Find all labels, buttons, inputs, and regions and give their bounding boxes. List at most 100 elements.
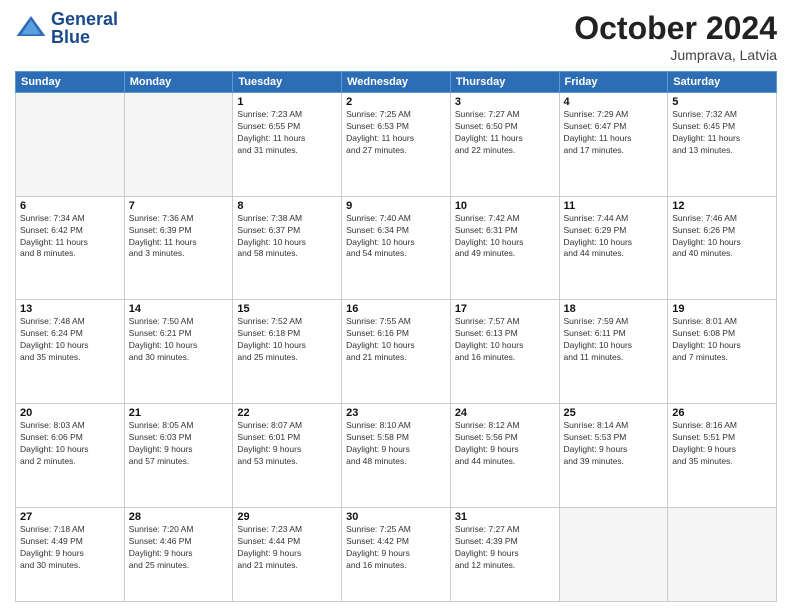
day-info: Sunrise: 8:01 AM Sunset: 6:08 PM Dayligh…	[672, 316, 772, 364]
day-info: Sunrise: 7:38 AM Sunset: 6:37 PM Dayligh…	[237, 213, 337, 261]
calendar-cell: 18Sunrise: 7:59 AM Sunset: 6:11 PM Dayli…	[559, 300, 668, 404]
day-number: 15	[237, 303, 337, 315]
calendar-cell: 23Sunrise: 8:10 AM Sunset: 5:58 PM Dayli…	[342, 404, 451, 508]
calendar-cell: 7Sunrise: 7:36 AM Sunset: 6:39 PM Daylig…	[124, 196, 233, 300]
calendar-week-row: 6Sunrise: 7:34 AM Sunset: 6:42 PM Daylig…	[16, 196, 777, 300]
calendar-cell: 4Sunrise: 7:29 AM Sunset: 6:47 PM Daylig…	[559, 93, 668, 197]
calendar-cell: 16Sunrise: 7:55 AM Sunset: 6:16 PM Dayli…	[342, 300, 451, 404]
month-title: October 2024	[574, 10, 777, 47]
calendar-cell: 24Sunrise: 8:12 AM Sunset: 5:56 PM Dayli…	[450, 404, 559, 508]
day-number: 21	[129, 407, 229, 419]
weekday-header-row: SundayMondayTuesdayWednesdayThursdayFrid…	[16, 72, 777, 93]
calendar-cell: 20Sunrise: 8:03 AM Sunset: 6:06 PM Dayli…	[16, 404, 125, 508]
day-number: 27	[20, 511, 120, 523]
day-number: 16	[346, 303, 446, 315]
calendar-cell	[559, 507, 668, 601]
day-number: 18	[564, 303, 664, 315]
calendar-cell	[668, 507, 777, 601]
day-number: 9	[346, 200, 446, 212]
calendar-cell: 26Sunrise: 8:16 AM Sunset: 5:51 PM Dayli…	[668, 404, 777, 508]
calendar-cell: 14Sunrise: 7:50 AM Sunset: 6:21 PM Dayli…	[124, 300, 233, 404]
day-number: 14	[129, 303, 229, 315]
calendar-cell: 11Sunrise: 7:44 AM Sunset: 6:29 PM Dayli…	[559, 196, 668, 300]
day-number: 24	[455, 407, 555, 419]
day-number: 20	[20, 407, 120, 419]
day-number: 2	[346, 96, 446, 108]
day-info: Sunrise: 8:10 AM Sunset: 5:58 PM Dayligh…	[346, 420, 446, 468]
calendar-cell: 27Sunrise: 7:18 AM Sunset: 4:49 PM Dayli…	[16, 507, 125, 601]
day-info: Sunrise: 7:36 AM Sunset: 6:39 PM Dayligh…	[129, 213, 229, 261]
calendar-week-row: 20Sunrise: 8:03 AM Sunset: 6:06 PM Dayli…	[16, 404, 777, 508]
day-info: Sunrise: 7:27 AM Sunset: 6:50 PM Dayligh…	[455, 109, 555, 157]
day-number: 28	[129, 511, 229, 523]
day-number: 30	[346, 511, 446, 523]
logo-text: General Blue	[51, 10, 118, 46]
day-info: Sunrise: 8:12 AM Sunset: 5:56 PM Dayligh…	[455, 420, 555, 468]
day-info: Sunrise: 7:59 AM Sunset: 6:11 PM Dayligh…	[564, 316, 664, 364]
day-info: Sunrise: 7:23 AM Sunset: 4:44 PM Dayligh…	[237, 524, 337, 572]
weekday-header: Friday	[559, 72, 668, 93]
day-info: Sunrise: 7:48 AM Sunset: 6:24 PM Dayligh…	[20, 316, 120, 364]
day-info: Sunrise: 7:44 AM Sunset: 6:29 PM Dayligh…	[564, 213, 664, 261]
day-info: Sunrise: 7:34 AM Sunset: 6:42 PM Dayligh…	[20, 213, 120, 261]
calendar-cell	[124, 93, 233, 197]
calendar-cell: 3Sunrise: 7:27 AM Sunset: 6:50 PM Daylig…	[450, 93, 559, 197]
calendar-cell: 17Sunrise: 7:57 AM Sunset: 6:13 PM Dayli…	[450, 300, 559, 404]
day-info: Sunrise: 7:52 AM Sunset: 6:18 PM Dayligh…	[237, 316, 337, 364]
calendar: SundayMondayTuesdayWednesdayThursdayFrid…	[15, 71, 777, 602]
title-block: October 2024 Jumprava, Latvia	[574, 10, 777, 63]
day-info: Sunrise: 7:50 AM Sunset: 6:21 PM Dayligh…	[129, 316, 229, 364]
day-info: Sunrise: 7:46 AM Sunset: 6:26 PM Dayligh…	[672, 213, 772, 261]
day-number: 11	[564, 200, 664, 212]
calendar-cell: 8Sunrise: 7:38 AM Sunset: 6:37 PM Daylig…	[233, 196, 342, 300]
day-number: 10	[455, 200, 555, 212]
day-number: 7	[129, 200, 229, 212]
day-number: 19	[672, 303, 772, 315]
weekday-header: Wednesday	[342, 72, 451, 93]
calendar-cell: 22Sunrise: 8:07 AM Sunset: 6:01 PM Dayli…	[233, 404, 342, 508]
day-number: 6	[20, 200, 120, 212]
logo-icon	[15, 12, 47, 44]
calendar-cell: 2Sunrise: 7:25 AM Sunset: 6:53 PM Daylig…	[342, 93, 451, 197]
calendar-cell	[16, 93, 125, 197]
day-info: Sunrise: 7:25 AM Sunset: 6:53 PM Dayligh…	[346, 109, 446, 157]
day-info: Sunrise: 7:25 AM Sunset: 4:42 PM Dayligh…	[346, 524, 446, 572]
calendar-cell: 15Sunrise: 7:52 AM Sunset: 6:18 PM Dayli…	[233, 300, 342, 404]
calendar-week-row: 27Sunrise: 7:18 AM Sunset: 4:49 PM Dayli…	[16, 507, 777, 601]
day-info: Sunrise: 7:55 AM Sunset: 6:16 PM Dayligh…	[346, 316, 446, 364]
day-number: 13	[20, 303, 120, 315]
calendar-week-row: 1Sunrise: 7:23 AM Sunset: 6:55 PM Daylig…	[16, 93, 777, 197]
day-info: Sunrise: 7:57 AM Sunset: 6:13 PM Dayligh…	[455, 316, 555, 364]
calendar-cell: 5Sunrise: 7:32 AM Sunset: 6:45 PM Daylig…	[668, 93, 777, 197]
calendar-cell: 6Sunrise: 7:34 AM Sunset: 6:42 PM Daylig…	[16, 196, 125, 300]
day-number: 22	[237, 407, 337, 419]
calendar-cell: 29Sunrise: 7:23 AM Sunset: 4:44 PM Dayli…	[233, 507, 342, 601]
calendar-cell: 10Sunrise: 7:42 AM Sunset: 6:31 PM Dayli…	[450, 196, 559, 300]
day-number: 23	[346, 407, 446, 419]
calendar-cell: 30Sunrise: 7:25 AM Sunset: 4:42 PM Dayli…	[342, 507, 451, 601]
location: Jumprava, Latvia	[574, 47, 777, 63]
logo-line2: Blue	[51, 28, 118, 46]
day-info: Sunrise: 7:42 AM Sunset: 6:31 PM Dayligh…	[455, 213, 555, 261]
weekday-header: Sunday	[16, 72, 125, 93]
header: General Blue October 2024 Jumprava, Latv…	[15, 10, 777, 63]
day-number: 5	[672, 96, 772, 108]
calendar-cell: 25Sunrise: 8:14 AM Sunset: 5:53 PM Dayli…	[559, 404, 668, 508]
day-number: 25	[564, 407, 664, 419]
weekday-header: Saturday	[668, 72, 777, 93]
day-info: Sunrise: 8:16 AM Sunset: 5:51 PM Dayligh…	[672, 420, 772, 468]
calendar-cell: 19Sunrise: 8:01 AM Sunset: 6:08 PM Dayli…	[668, 300, 777, 404]
day-info: Sunrise: 7:32 AM Sunset: 6:45 PM Dayligh…	[672, 109, 772, 157]
weekday-header: Monday	[124, 72, 233, 93]
day-info: Sunrise: 8:03 AM Sunset: 6:06 PM Dayligh…	[20, 420, 120, 468]
day-number: 1	[237, 96, 337, 108]
weekday-header: Thursday	[450, 72, 559, 93]
calendar-cell: 28Sunrise: 7:20 AM Sunset: 4:46 PM Dayli…	[124, 507, 233, 601]
weekday-header: Tuesday	[233, 72, 342, 93]
page: General Blue October 2024 Jumprava, Latv…	[0, 0, 792, 612]
day-number: 31	[455, 511, 555, 523]
day-number: 12	[672, 200, 772, 212]
calendar-week-row: 13Sunrise: 7:48 AM Sunset: 6:24 PM Dayli…	[16, 300, 777, 404]
day-number: 3	[455, 96, 555, 108]
calendar-cell: 31Sunrise: 7:27 AM Sunset: 4:39 PM Dayli…	[450, 507, 559, 601]
